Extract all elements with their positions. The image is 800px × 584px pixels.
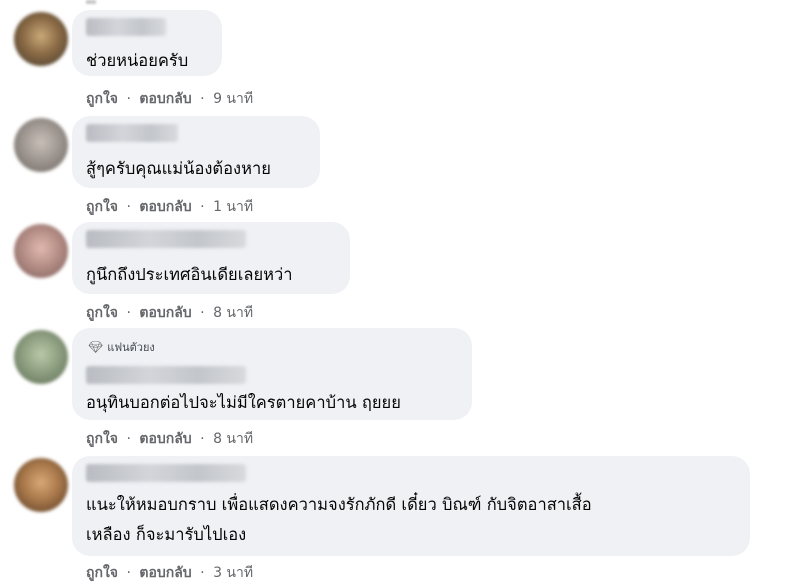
separator-dot: · xyxy=(126,199,131,215)
comment-bubble: กูนึกถึงประเทศอินเดียเลยหว่า xyxy=(72,222,350,294)
reply-button[interactable]: ตอบกลับ xyxy=(139,431,191,447)
comment-text-line-1: แนะให้หมอบกราบ เพื่อแสดงความจงรักภักดี เ… xyxy=(86,495,592,514)
comment-text: อนุทินบอกต่อไปจะไม่มีใครตายคาบ้าน ฤยยย xyxy=(86,393,401,412)
separator-dot: · xyxy=(200,305,205,321)
comment-actions: ถูกใจ · ตอบกลับ · 9 นาที xyxy=(86,88,253,110)
reply-button[interactable]: ตอบกลับ xyxy=(139,199,191,215)
comment-text: สู้ๆครับคุณแม่น้องต้องหาย xyxy=(86,159,271,178)
comment-actions: ถูกใจ · ตอบกลับ · 1 นาที xyxy=(86,196,253,218)
commenter-name[interactable] xyxy=(86,230,246,248)
separator-dot: · xyxy=(200,431,205,447)
reply-button[interactable]: ตอบกลับ xyxy=(139,91,191,107)
avatar[interactable] xyxy=(14,458,68,512)
comment-bubble: ช่วยหน่อยครับ xyxy=(72,10,222,76)
comment-text: กูนึกถึงประเทศอินเดียเลยหว่า xyxy=(86,265,293,284)
commenter-name[interactable] xyxy=(86,464,246,482)
separator-dot: · xyxy=(200,565,205,581)
comment-bubble: แนะให้หมอบกราบ เพื่อแสดงความจงรักภักดี เ… xyxy=(72,456,750,556)
comment-bubble: สู้ๆครับคุณแม่น้องต้องหาย xyxy=(72,116,320,188)
reply-button[interactable]: ตอบกลับ xyxy=(139,305,191,321)
comment-bubble: 💎︎ แฟนตัวยง อนุทินบอกต่อไปจะไม่มีใครตายค… xyxy=(72,328,472,420)
avatar[interactable] xyxy=(14,224,68,278)
commenter-name[interactable] xyxy=(86,366,246,384)
avatar[interactable] xyxy=(14,330,68,384)
separator-dot: · xyxy=(126,305,131,321)
comment-timestamp[interactable]: 1 นาที xyxy=(213,199,253,215)
comment-text-line-2: เหลือง ก็จะมารับไปเอง xyxy=(86,525,247,544)
comment-actions: ถูกใจ · ตอบกลับ · 8 นาที xyxy=(86,428,253,450)
comment-actions: ถูกใจ · ตอบกลับ · 3 นาที xyxy=(86,562,253,584)
separator-dot: · xyxy=(126,431,131,447)
avatar[interactable] xyxy=(14,12,68,66)
separator-dot: · xyxy=(200,91,205,107)
reply-button[interactable]: ตอบกลับ xyxy=(139,565,191,581)
separator-dot: · xyxy=(200,199,205,215)
like-button[interactable]: ถูกใจ xyxy=(86,565,118,581)
like-button[interactable]: ถูกใจ xyxy=(86,305,118,321)
commenter-name[interactable] xyxy=(86,18,166,36)
comment-text: ช่วยหน่อยครับ xyxy=(86,51,189,70)
separator-dot: · xyxy=(126,91,131,107)
comment-timestamp[interactable]: 8 นาที xyxy=(213,431,253,447)
comment-timestamp[interactable]: 9 นาที xyxy=(213,91,253,107)
comment-actions: ถูกใจ · ตอบกลับ · 8 นาที xyxy=(86,302,253,324)
like-button[interactable]: ถูกใจ xyxy=(86,199,118,215)
like-button[interactable]: ถูกใจ xyxy=(86,91,118,107)
badge-label: แฟนตัวยง xyxy=(107,341,155,354)
separator-dot: · xyxy=(126,565,131,581)
cropped-previous-comment xyxy=(86,0,96,4)
diamond-icon: 💎︎ xyxy=(88,340,104,354)
comment-timestamp[interactable]: 3 นาที xyxy=(213,565,253,581)
comment-timestamp[interactable]: 8 นาที xyxy=(213,305,253,321)
like-button[interactable]: ถูกใจ xyxy=(86,431,118,447)
avatar[interactable] xyxy=(14,118,68,172)
top-fan-badge: 💎︎ แฟนตัวยง xyxy=(88,338,155,356)
commenter-name[interactable] xyxy=(86,124,178,142)
